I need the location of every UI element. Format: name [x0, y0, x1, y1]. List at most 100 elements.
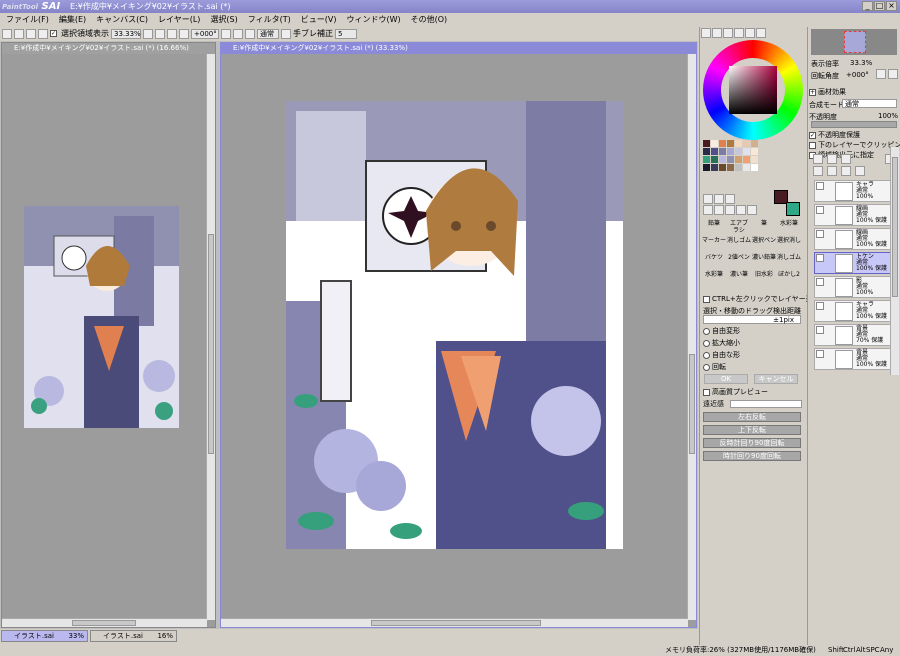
visibility-icon[interactable]	[816, 278, 824, 286]
rotate-icon[interactable]	[725, 205, 735, 215]
transform-rotate-option[interactable]: 回転	[703, 362, 726, 372]
scrollbar-vertical-main[interactable]	[687, 54, 696, 620]
merge-down-icon[interactable]	[827, 166, 837, 176]
tool-watercolor[interactable]: 水彩筆	[777, 220, 801, 237]
drag-distance-field[interactable]: ±1pix	[703, 315, 801, 324]
zoom-field[interactable]: 33.33%	[111, 28, 141, 39]
ctrl-select-option[interactable]: CTRL+左クリックでレイヤー選択	[703, 294, 820, 304]
menu-file[interactable]: ファイル(F)	[6, 14, 49, 25]
blend-mode-select[interactable]: 通常	[257, 28, 279, 39]
nav-angle-value[interactable]: +000°	[846, 71, 869, 79]
protect-opacity-checkbox[interactable]: ✓	[809, 131, 816, 139]
undo-icon[interactable]	[2, 28, 12, 39]
rotate-right-icon[interactable]	[221, 28, 231, 39]
visibility-icon[interactable]	[816, 206, 824, 214]
stabilizer-select[interactable]: 5	[335, 28, 357, 39]
rgb-slider-icon[interactable]	[712, 28, 722, 38]
layer-item[interactable]: キャラ 通常 100% 保護	[814, 300, 896, 322]
menu-window[interactable]: ウィンドウ(W)	[346, 14, 400, 25]
sub-color-swatch[interactable]	[786, 202, 800, 216]
color-wheel[interactable]	[703, 40, 803, 140]
layer-scrollbar[interactable]	[890, 147, 899, 375]
visibility-icon[interactable]	[816, 182, 824, 190]
tool-select-eraser[interactable]: 選択消し	[777, 237, 801, 254]
tool-dark-pencil[interactable]: 濃い鉛筆	[752, 254, 776, 271]
transform-distort-radio[interactable]	[703, 351, 710, 359]
layer-item[interactable]: 影通常 100%	[814, 276, 896, 298]
scrollbar-horizontal-left[interactable]	[2, 618, 207, 627]
angle-field[interactable]: +000°	[191, 28, 219, 39]
hq-preview-checkbox[interactable]	[703, 388, 710, 396]
perspective-slider[interactable]	[730, 400, 802, 408]
rect-select-icon[interactable]	[703, 194, 713, 204]
tool-blur[interactable]: ぼかし2	[777, 271, 801, 288]
transform-free-option[interactable]: 自由変形	[703, 326, 740, 336]
flip-horizontal-button[interactable]: 左右反転	[703, 412, 801, 422]
deselect-icon[interactable]	[26, 28, 36, 39]
nav-zoom-value[interactable]: 33.3%	[850, 59, 872, 67]
layer-item[interactable]: 背景 通常 70% 保護	[814, 324, 896, 346]
selection-display-checkbox[interactable]: ✓	[50, 30, 57, 37]
menu-select[interactable]: 選択(S)	[210, 14, 237, 25]
scrollbar-vertical-left[interactable]	[206, 54, 215, 620]
rotate-cw-button[interactable]: 時計回り90度回転	[703, 451, 801, 461]
tool-old-watercolor[interactable]: 旧水彩	[752, 271, 776, 288]
protect-opacity-option[interactable]: ✓ 不透明度保護	[809, 130, 860, 140]
tool-bucket[interactable]: バケツ	[702, 254, 726, 271]
minimize-button[interactable]: _	[862, 1, 873, 11]
opacity-slider[interactable]	[811, 121, 897, 128]
zoom-out-icon[interactable]	[143, 28, 153, 39]
maximize-button[interactable]: □	[874, 1, 885, 11]
paper-texture-toggle[interactable]: + 画材効果	[809, 87, 846, 97]
flip-vertical-button[interactable]: 上下反転	[703, 425, 801, 435]
rotate-reset-icon[interactable]	[233, 28, 243, 39]
transform-free-radio[interactable]	[703, 327, 710, 335]
canvas[interactable]	[286, 101, 623, 549]
clipping-checkbox[interactable]	[809, 141, 816, 149]
tool-dark-brush[interactable]: 濃い筆	[727, 271, 751, 288]
rotate-left-icon[interactable]	[179, 28, 189, 39]
ok-button[interactable]: OK	[704, 374, 748, 384]
layer-item[interactable]: キャラ 通常 100%	[814, 180, 896, 202]
visibility-icon[interactable]	[816, 350, 824, 358]
hq-preview-option[interactable]: 高画質プレビュー	[703, 387, 768, 397]
clear-layer-icon[interactable]	[841, 166, 851, 176]
lasso-icon[interactable]	[714, 194, 724, 204]
invert-selection-icon[interactable]	[38, 28, 48, 39]
blend-mode-select[interactable]: 通常	[842, 99, 897, 108]
move-icon[interactable]	[703, 205, 713, 215]
tab-document-2[interactable]: イラスト.sai 16%	[90, 630, 177, 642]
delete-layer-icon[interactable]	[855, 166, 865, 176]
tool-marker[interactable]: マーカー	[702, 237, 726, 254]
zoom-icon[interactable]	[714, 205, 724, 215]
tool-watercolor-2[interactable]: 水彩筆	[702, 271, 726, 288]
scrollbar-horizontal-main[interactable]	[221, 618, 688, 627]
visibility-icon[interactable]	[816, 254, 824, 262]
tool-binary-pen[interactable]: 2値ペン	[727, 254, 751, 271]
canvas-thumbnail[interactable]	[24, 206, 179, 428]
tab-document-1[interactable]: イラスト.sai 33%	[1, 630, 88, 642]
tool-brush[interactable]: 筆	[752, 220, 776, 237]
hand-icon[interactable]	[736, 205, 746, 215]
nav-zoom-in-icon[interactable]	[888, 69, 898, 79]
new-layer-icon[interactable]	[813, 154, 823, 164]
transform-distort-option[interactable]: 自由な形	[703, 350, 740, 360]
cancel-button[interactable]: キャンセル	[754, 374, 798, 384]
saturation-value-square[interactable]	[729, 66, 777, 114]
rotate-ccw-button[interactable]: 反時計回り90度回転	[703, 438, 801, 448]
nav-zoom-out-icon[interactable]	[876, 69, 886, 79]
close-button[interactable]: ×	[886, 1, 897, 11]
swatch-icon[interactable]	[745, 28, 755, 38]
menu-canvas[interactable]: キャンバス(C)	[96, 14, 148, 25]
magic-wand-icon[interactable]	[725, 194, 735, 204]
menu-other[interactable]: その他(O)	[411, 14, 448, 25]
transfer-down-icon[interactable]	[813, 166, 823, 176]
visibility-icon[interactable]	[816, 230, 824, 238]
zoom-reset-icon[interactable]	[167, 28, 177, 39]
menu-view[interactable]: ビュー(V)	[301, 14, 337, 25]
navigator-preview[interactable]	[811, 29, 897, 55]
new-set-icon[interactable]	[827, 154, 837, 164]
ctrl-select-checkbox[interactable]	[703, 295, 710, 303]
redo-icon[interactable]	[14, 28, 24, 39]
new-folder-icon[interactable]	[841, 154, 851, 164]
